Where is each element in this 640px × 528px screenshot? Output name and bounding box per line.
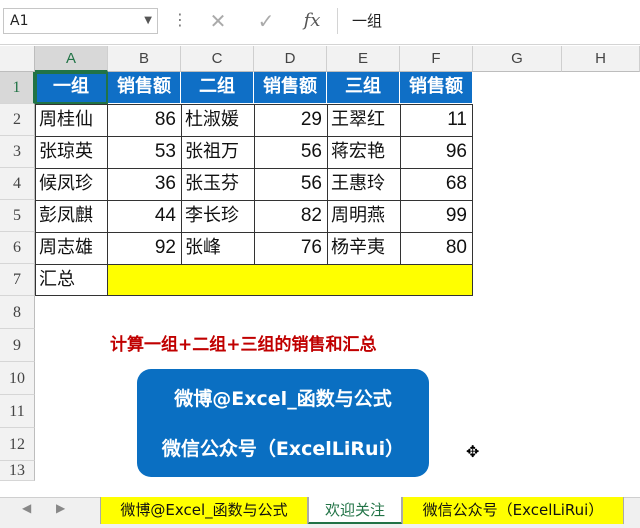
name-box-value: A1 bbox=[10, 13, 29, 29]
header-cell-group2[interactable]: 二组 bbox=[181, 72, 254, 104]
table-cell[interactable]: 99 bbox=[400, 200, 473, 233]
table-cell[interactable]: 张峰 bbox=[181, 232, 255, 265]
row-header-4[interactable]: 4 bbox=[0, 168, 35, 200]
table-cell[interactable]: 蒋宏艳 bbox=[327, 136, 401, 169]
table-cell[interactable]: 王惠玲 bbox=[327, 168, 401, 201]
row-header-1[interactable]: 1 bbox=[0, 72, 35, 104]
column-header-f[interactable]: F bbox=[400, 46, 473, 72]
column-header-a[interactable]: A bbox=[35, 46, 108, 72]
promo-wechat: 微信公众号（ExcelLiRui） bbox=[161, 438, 405, 460]
table-cell[interactable]: 56 bbox=[254, 136, 328, 169]
enter-button[interactable]: ✓ bbox=[246, 8, 286, 34]
summary-label-cell[interactable]: 汇总 bbox=[35, 264, 108, 296]
select-all-corner[interactable] bbox=[0, 46, 35, 72]
row-header-5[interactable]: 5 bbox=[0, 200, 35, 232]
table-cell[interactable]: 29 bbox=[254, 104, 328, 137]
tab-welcome[interactable]: 欢迎关注 bbox=[308, 497, 402, 524]
tab-weibo[interactable]: 微博@Excel_函数与公式 bbox=[100, 497, 308, 524]
promo-box: 微博@Excel_函数与公式 微信公众号（ExcelLiRui） bbox=[137, 369, 429, 477]
header-cell-group3[interactable]: 三组 bbox=[327, 72, 400, 104]
cancel-button[interactable]: ✕ bbox=[198, 8, 238, 34]
header-cell-group1[interactable]: 一组 bbox=[35, 72, 108, 104]
insert-function-button[interactable]: fx bbox=[292, 8, 332, 34]
table-cell[interactable]: 李长珍 bbox=[181, 200, 255, 233]
move-cursor-icon: ✥ bbox=[466, 442, 480, 461]
table-cell[interactable]: 周明燕 bbox=[327, 200, 401, 233]
table-cell[interactable]: 11 bbox=[400, 104, 473, 137]
table-cell[interactable]: 96 bbox=[400, 136, 473, 169]
instruction-note: 计算一组+二组+三组的销售和汇总 bbox=[110, 335, 377, 355]
table-cell[interactable]: 张玉芬 bbox=[181, 168, 255, 201]
table-cell[interactable]: 张琼英 bbox=[35, 136, 108, 169]
grip-dots-icon: ⋮ bbox=[172, 10, 188, 29]
table-cell[interactable]: 56 bbox=[254, 168, 328, 201]
table-cell[interactable]: 杜淑媛 bbox=[181, 104, 255, 137]
table-cell[interactable]: 44 bbox=[107, 200, 182, 233]
table-cell[interactable]: 76 bbox=[254, 232, 328, 265]
column-header-b[interactable]: B bbox=[108, 46, 181, 72]
header-cell-sales2[interactable]: 销售额 bbox=[254, 72, 327, 104]
row-header-10[interactable]: 10 bbox=[0, 362, 35, 395]
row-header-9[interactable]: 9 bbox=[0, 329, 35, 362]
row-header-2[interactable]: 2 bbox=[0, 104, 35, 136]
table-cell[interactable]: 候凤珍 bbox=[35, 168, 108, 201]
row-header-11[interactable]: 11 bbox=[0, 395, 35, 428]
table-cell[interactable]: 周桂仙 bbox=[35, 104, 108, 137]
table-cell[interactable]: 82 bbox=[254, 200, 328, 233]
row-header-13[interactable]: 13 bbox=[0, 461, 35, 481]
column-header-e[interactable]: E bbox=[327, 46, 400, 72]
tab-scroll-left-icon[interactable]: ◀ bbox=[22, 501, 31, 515]
table-cell[interactable]: 张祖万 bbox=[181, 136, 255, 169]
table-cell[interactable]: 王翠红 bbox=[327, 104, 401, 137]
table-cell[interactable]: 86 bbox=[107, 104, 182, 137]
header-cell-sales1[interactable]: 销售额 bbox=[108, 72, 181, 104]
summary-result-cell[interactable] bbox=[107, 264, 473, 296]
table-cell[interactable]: 周志雄 bbox=[35, 232, 108, 265]
row-header-6[interactable]: 6 bbox=[0, 232, 35, 264]
column-header-g[interactable]: G bbox=[473, 46, 562, 72]
column-header-d[interactable]: D bbox=[254, 46, 327, 72]
name-box[interactable]: A1 ▼ bbox=[3, 8, 158, 34]
row-header-12[interactable]: 12 bbox=[0, 428, 35, 461]
column-header-c[interactable]: C bbox=[181, 46, 254, 72]
table-cell[interactable]: 92 bbox=[107, 232, 182, 265]
formula-input[interactable]: 一组 bbox=[337, 8, 640, 34]
table-cell[interactable]: 53 bbox=[107, 136, 182, 169]
promo-weibo: 微博@Excel_函数与公式 bbox=[174, 388, 392, 410]
row-header-7[interactable]: 7 bbox=[0, 264, 35, 296]
tab-scroll-right-icon[interactable]: ▶ bbox=[56, 501, 65, 515]
chevron-down-icon[interactable]: ▼ bbox=[144, 9, 152, 33]
table-cell[interactable]: 杨辛夷 bbox=[327, 232, 401, 265]
row-header-3[interactable]: 3 bbox=[0, 136, 35, 168]
table-cell[interactable]: 36 bbox=[107, 168, 182, 201]
header-cell-sales3[interactable]: 销售额 bbox=[400, 72, 473, 104]
table-cell[interactable]: 80 bbox=[400, 232, 473, 265]
column-header-h[interactable]: H bbox=[562, 46, 640, 72]
table-cell[interactable]: 彭凤麒 bbox=[35, 200, 108, 233]
tab-wechat[interactable]: 微信公众号（ExcelLiRui） bbox=[402, 497, 624, 524]
table-cell[interactable]: 68 bbox=[400, 168, 473, 201]
row-header-8[interactable]: 8 bbox=[0, 296, 35, 329]
